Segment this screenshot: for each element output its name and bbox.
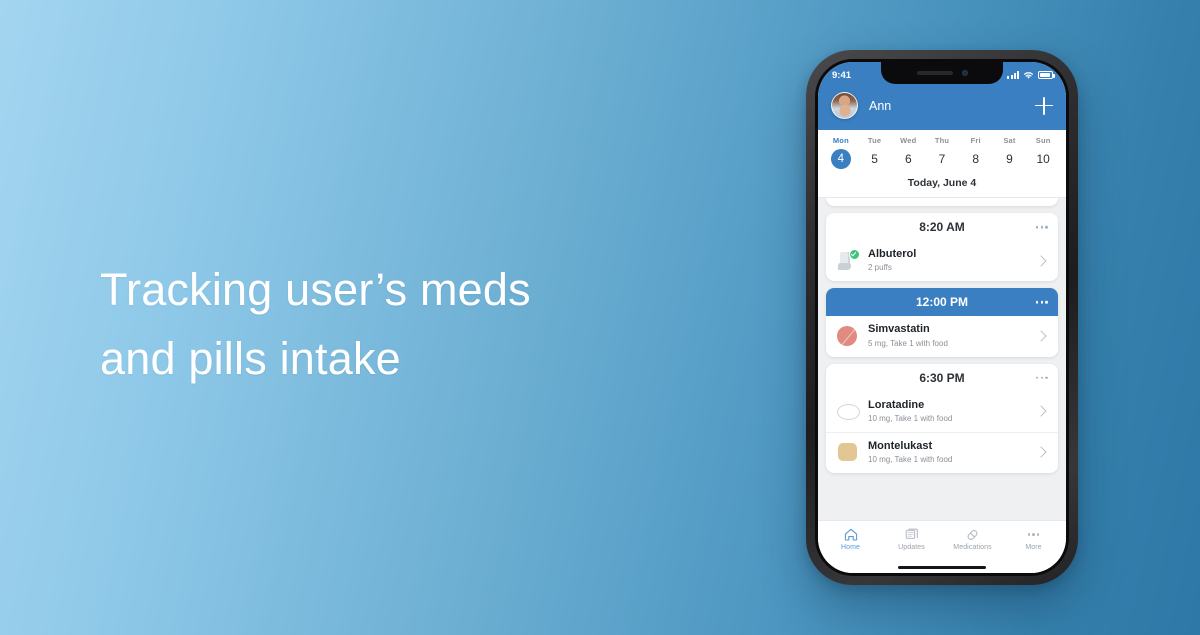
home-indicator (818, 562, 1066, 573)
medication-dose: 5 mg, Take 1 with food (868, 338, 948, 348)
medication-name: Montelukast (868, 439, 933, 452)
headline-line-2: and pills intake (100, 333, 401, 384)
weekday-numbers: 4 5 6 7 8 9 10 (818, 149, 1066, 169)
date-cell-6[interactable]: 6 (891, 152, 925, 166)
medication-name: Loratadine (868, 398, 925, 411)
date-number-selected: 4 (830, 149, 851, 169)
headline-line-1: Tracking user’s meds (100, 264, 531, 315)
notch (881, 62, 1003, 84)
home-icon (844, 527, 858, 542)
medication-dose: 10 mg, Take 1 with food (868, 455, 953, 464)
schedule-card[interactable]: 8:20 AM Albuterol 2 puffs (826, 213, 1058, 282)
medication-name: Albuterol (868, 248, 917, 260)
tab-label: Medications (953, 544, 992, 551)
schedule-list[interactable]: 8:20 AM Albuterol 2 puffs 12:00 PM Simva… (818, 198, 1066, 520)
phone-mockup: 9:41 Ann Mon Tue Wed Thu Fri Sat Sun 4 5… (806, 50, 1078, 585)
schedule-card[interactable]: 12:00 PM Simvastatin 5 mg, Take 1 with f… (826, 288, 1058, 357)
cellular-bars-icon (1007, 71, 1019, 79)
chevron-right-icon[interactable] (1035, 405, 1047, 417)
today-label: Today, June 4 (818, 169, 1066, 198)
medication-row[interactable]: Montelukast 10 mg, Take 1 with food (826, 431, 1058, 473)
tab-bar: Home Updates Medications More (818, 520, 1066, 562)
tab-home[interactable]: Home (820, 527, 881, 551)
status-indicators (1007, 71, 1055, 80)
weekday-names: Mon Tue Wed Thu Fri Sat Sun (818, 136, 1066, 145)
medication-info: Simvastatin 5 mg, Take 1 with food (868, 323, 1037, 348)
tab-label: Updates (898, 544, 925, 551)
medication-info: Montelukast 10 mg, Take 1 with food (868, 440, 1037, 465)
tab-more[interactable]: More (1003, 527, 1064, 551)
schedule-time: 12:00 PM (915, 295, 969, 310)
medication-name: Simvastatin (868, 323, 930, 336)
date-cell-9[interactable]: 9 (993, 152, 1027, 166)
phone-screen: 9:41 Ann Mon Tue Wed Thu Fri Sat Sun 4 5… (818, 62, 1066, 573)
earpiece-speaker-icon (916, 71, 953, 75)
weekday-name-mon[interactable]: Mon (824, 136, 858, 145)
front-camera-icon (961, 70, 968, 76)
tab-medications[interactable]: Medications (942, 527, 1003, 551)
schedule-card-partial[interactable] (826, 198, 1058, 206)
documents-icon (905, 527, 919, 542)
schedule-card-header: 6:30 PM (826, 364, 1058, 392)
medication-dose: 2 puffs (868, 263, 892, 273)
plus-icon[interactable] (1035, 96, 1053, 115)
tab-updates[interactable]: Updates (881, 527, 942, 551)
medication-row[interactable]: Simvastatin 5 mg, Take 1 with food (826, 316, 1058, 356)
app-header: Ann (818, 88, 1066, 130)
more-dots-icon[interactable] (1035, 225, 1048, 229)
weekday-name-tue[interactable]: Tue (858, 136, 892, 145)
date-cell-7[interactable]: 7 (925, 152, 959, 166)
schedule-card[interactable]: 6:30 PM Loratadine 10 mg, Take 1 with fo… (826, 363, 1058, 473)
battery-icon (1038, 71, 1055, 79)
weekday-name-wed[interactable]: Wed (891, 136, 925, 145)
phone-bezel: 9:41 Ann Mon Tue Wed Thu Fri Sat Sun 4 5… (815, 59, 1069, 576)
weekday-name-sun[interactable]: Sun (1026, 136, 1060, 145)
more-dots-icon[interactable] (1035, 376, 1048, 379)
weekday-name-sat[interactable]: Sat (993, 136, 1027, 145)
medication-row[interactable]: Albuterol 2 puffs (826, 241, 1058, 281)
tab-label: Home (840, 544, 861, 551)
taken-check-badge-icon (849, 248, 860, 260)
promo-headline: Tracking user’s meds and pills intake (100, 255, 720, 393)
schedule-time: 8:20 AM (919, 220, 965, 234)
date-cell-10[interactable]: 10 (1026, 152, 1060, 166)
chevron-right-icon[interactable] (1035, 446, 1047, 459)
medication-dose: 10 mg, Take 1 with food (868, 413, 953, 423)
promo-banner: Tracking user’s meds and pills intake 9:… (0, 0, 1200, 635)
date-strip: Mon Tue Wed Thu Fri Sat Sun 4 5 6 7 8 9 … (818, 130, 1066, 198)
tab-label: More (1025, 544, 1042, 551)
chevron-right-icon[interactable] (1035, 330, 1047, 342)
schedule-card-header: 12:00 PM (826, 288, 1058, 317)
square-pill-icon (837, 441, 859, 463)
chevron-right-icon[interactable] (1035, 254, 1047, 267)
round-pill-icon (837, 325, 859, 347)
inhaler-icon (837, 248, 860, 272)
capsule-icon (965, 527, 980, 542)
date-cell-4[interactable]: 4 (824, 149, 858, 169)
schedule-card-header: 8:20 AM (826, 213, 1058, 241)
user-name: Ann (869, 98, 892, 113)
status-time: 9:41 (832, 69, 852, 81)
medication-row[interactable]: Loratadine 10 mg, Take 1 with food (826, 392, 1058, 432)
oval-pill-icon (837, 400, 860, 422)
weekday-name-thu[interactable]: Thu (925, 136, 959, 145)
avatar[interactable] (831, 92, 858, 119)
date-cell-5[interactable]: 5 (858, 152, 892, 166)
date-cell-8[interactable]: 8 (959, 152, 993, 166)
weekday-name-fri[interactable]: Fri (959, 136, 993, 145)
more-dots-icon[interactable] (1035, 300, 1048, 304)
medication-info: Albuterol 2 puffs (868, 248, 1037, 273)
more-dots-icon (1027, 527, 1040, 542)
medication-info: Loratadine 10 mg, Take 1 with food (868, 399, 1037, 424)
wifi-icon (1023, 71, 1033, 79)
schedule-time: 6:30 PM (919, 370, 965, 385)
